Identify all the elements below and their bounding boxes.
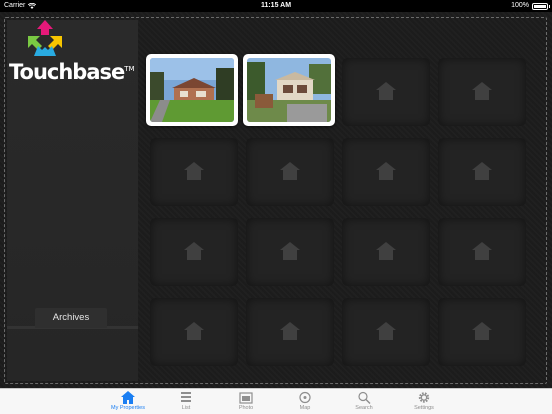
map-icon	[299, 391, 311, 404]
house-placeholder-icon	[184, 242, 204, 260]
home-icon	[121, 391, 135, 404]
empty-slot[interactable]	[342, 138, 430, 206]
house-placeholder-icon	[376, 82, 396, 100]
empty-slot[interactable]	[342, 298, 430, 366]
house-placeholder-icon	[472, 242, 492, 260]
tab-label: List	[181, 405, 191, 411]
house-placeholder-icon	[280, 322, 300, 340]
tab-settings[interactable]: Settings	[404, 389, 444, 414]
tab-search[interactable]: Search	[344, 389, 384, 414]
touchbase-logo: TouchbaseTM	[9, 20, 139, 84]
battery-icon	[532, 2, 550, 10]
tab-bar: My Properties List Photo Map Search Sett…	[0, 388, 552, 414]
house-placeholder-icon	[472, 162, 492, 180]
empty-slot[interactable]	[438, 218, 526, 286]
brand-wordmark: TouchbaseTM	[9, 60, 135, 84]
house-placeholder-icon	[472, 322, 492, 340]
tab-list[interactable]: List	[166, 389, 206, 414]
gear-icon	[418, 392, 430, 403]
empty-slot[interactable]	[150, 298, 238, 366]
house-photo-icon	[247, 58, 331, 122]
empty-slot[interactable]	[342, 218, 430, 286]
empty-slot[interactable]	[150, 218, 238, 286]
tab-map[interactable]: Map	[285, 389, 325, 414]
house-placeholder-icon	[376, 242, 396, 260]
tab-my-properties[interactable]: My Properties	[108, 389, 148, 414]
logo-mark-icon	[28, 20, 62, 56]
house-photo-icon	[150, 58, 234, 122]
empty-slot[interactable]	[438, 138, 526, 206]
search-icon	[358, 391, 371, 404]
empty-slot[interactable]	[342, 58, 430, 126]
photo-icon	[239, 392, 253, 404]
status-bar: Carrier 11:15 AM 100%	[0, 0, 552, 12]
house-placeholder-icon	[376, 162, 396, 180]
list-icon	[181, 392, 191, 402]
tab-photo[interactable]: Photo	[226, 389, 266, 414]
tab-label: My Properties	[111, 405, 145, 411]
property-card-1[interactable]	[146, 54, 238, 126]
clock: 11:15 AM	[260, 2, 292, 9]
house-placeholder-icon	[184, 322, 204, 340]
house-placeholder-icon	[280, 242, 300, 260]
house-placeholder-icon	[280, 162, 300, 180]
archives-tab[interactable]: Archives	[35, 308, 107, 328]
tab-label: Settings	[414, 405, 434, 411]
battery-group: 100%	[511, 0, 550, 12]
empty-slot[interactable]	[246, 218, 334, 286]
house-placeholder-icon	[376, 322, 396, 340]
tab-label: Photo	[238, 405, 254, 411]
empty-slot[interactable]	[246, 138, 334, 206]
property-card-2[interactable]	[243, 54, 335, 126]
empty-slot[interactable]	[438, 58, 526, 126]
trademark: TM	[124, 65, 135, 73]
empty-slot[interactable]	[150, 138, 238, 206]
tab-label: Search	[355, 405, 373, 411]
house-placeholder-icon	[184, 162, 204, 180]
house-placeholder-icon	[472, 82, 492, 100]
empty-slot[interactable]	[246, 298, 334, 366]
empty-slot[interactable]	[438, 298, 526, 366]
battery-percent: 100%	[511, 2, 529, 9]
tab-label: Map	[299, 405, 311, 411]
brand-name: Touchbase	[9, 60, 125, 84]
